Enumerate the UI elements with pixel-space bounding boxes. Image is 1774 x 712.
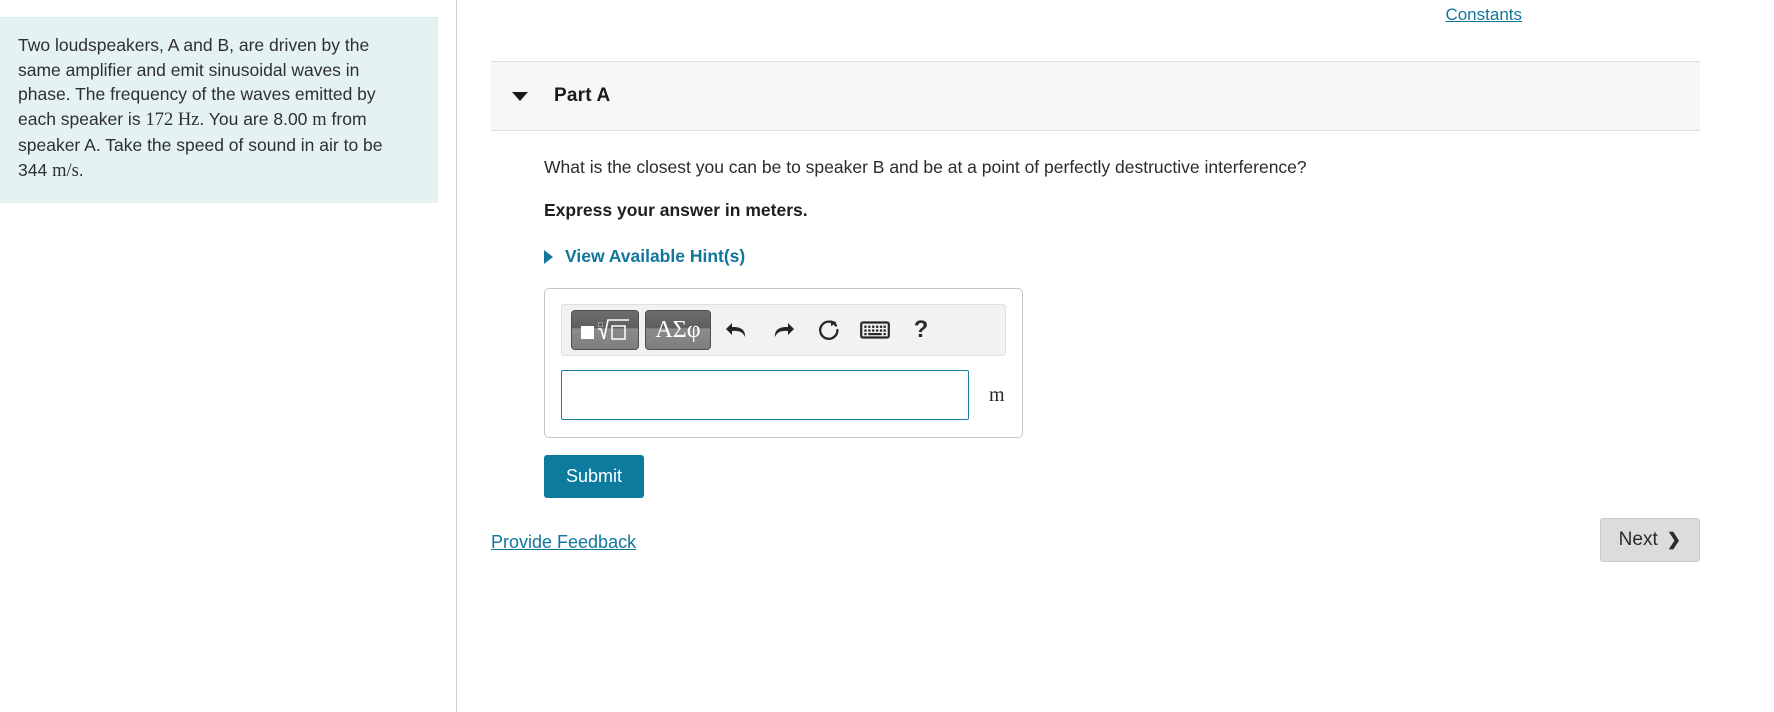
speed-unit: m/s (52, 160, 79, 181)
help-label: ? (913, 316, 929, 343)
chevron-right-icon: ❯ (1666, 530, 1681, 549)
svg-text:□: □ (598, 320, 603, 329)
next-label: Next (1618, 529, 1658, 550)
constants-row: Constants (1445, 5, 1522, 25)
problem-statement-box: Two loudspeakers, A and B, are driven by… (0, 17, 438, 203)
redo-icon (774, 323, 794, 337)
greek-symbols-button[interactable]: ΑΣφ (645, 310, 711, 350)
answer-input[interactable] (561, 370, 969, 420)
constants-link[interactable]: Constants (1445, 5, 1522, 24)
math-template-icon: □ (581, 319, 629, 340)
view-hints-label: View Available Hint(s) (565, 246, 746, 266)
view-hints-link[interactable]: View Available Hint(s) (544, 246, 1700, 267)
reset-icon (819, 320, 839, 340)
provide-feedback-link[interactable]: Provide Feedback (491, 532, 636, 553)
greek-symbols-label: ΑΣφ (655, 316, 701, 343)
next-button[interactable]: Next ❯ (1599, 518, 1700, 562)
caret-down-icon[interactable] (512, 91, 528, 101)
main-content-column: Constants Part A What is the closest you… (458, 0, 1774, 712)
help-button[interactable]: ? (898, 310, 944, 350)
problem-text-2: . You are 8.00 (199, 108, 313, 129)
keyboard-button[interactable] (852, 310, 898, 350)
problem-text-4: . (78, 159, 84, 180)
footer: Provide Feedback Next ❯ (491, 500, 1700, 590)
frequency-value: 172 (145, 109, 178, 130)
undo-icon (726, 323, 746, 337)
answer-unit-label: m (989, 383, 1005, 406)
keyboard-icon (860, 321, 890, 339)
undo-button[interactable] (714, 310, 760, 350)
distance-unit: m (312, 109, 327, 130)
part-title: Part A (554, 85, 611, 106)
express-answer-instruction: Express your answer in meters. (544, 200, 808, 220)
part-a-header[interactable]: Part A (491, 61, 1700, 131)
math-template-button[interactable]: □ (571, 310, 639, 350)
submit-button[interactable]: Submit (544, 455, 645, 498)
reset-button[interactable] (806, 310, 852, 350)
caret-right-icon (544, 249, 553, 264)
answer-entry-card: □ ΑΣφ ? m (544, 288, 1023, 438)
math-toolbar: □ ΑΣφ ? (561, 304, 1006, 356)
part-a-body: What is the closest you can be to speake… (491, 157, 1700, 498)
redo-button[interactable] (760, 310, 806, 350)
problem-statement-column: Two loudspeakers, A and B, are driven by… (0, 0, 457, 712)
part-a-section: Part A What is the closest you can be to… (491, 61, 1700, 498)
question-text: What is the closest you can be to speake… (544, 157, 1307, 177)
frequency-unit: Hz (177, 109, 200, 130)
homework-page: Two loudspeakers, A and B, are driven by… (0, 0, 1774, 712)
answer-input-row: m (561, 370, 1006, 420)
